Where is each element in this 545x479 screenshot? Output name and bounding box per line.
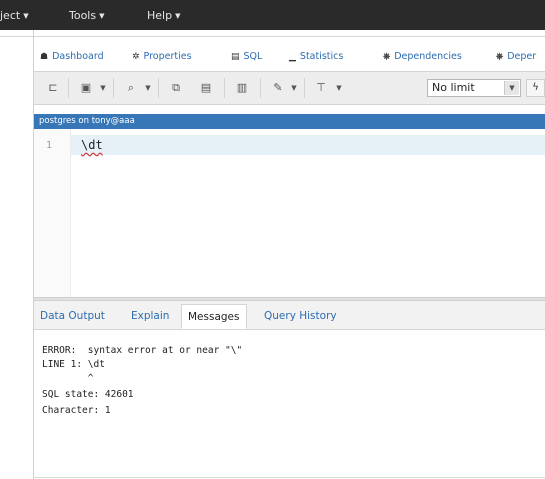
tab-dependencies[interactable]: ⎈ Dependencies — [383, 51, 462, 62]
active-line-highlight — [71, 135, 545, 155]
messages-output: ERROR: syntax error at or near "\" LINE … — [34, 330, 545, 479]
execute-icon[interactable]: ϟ — [526, 79, 545, 97]
tab-sql[interactable]: ▤ SQL — [231, 51, 262, 62]
tab-dashboard[interactable]: ☗ Dashboard — [40, 51, 104, 62]
tab-explain[interactable]: Explain — [131, 310, 169, 322]
dashboard-icon: ☗ — [40, 52, 49, 62]
tab-properties[interactable]: ✲ Properties — [132, 51, 192, 62]
message-line: ^ — [42, 373, 94, 384]
copy-icon[interactable]: ⧉ — [165, 79, 187, 97]
tab-query-history[interactable]: Query History — [264, 310, 337, 322]
tab-label: Properties — [143, 51, 192, 62]
query-toolbar: ⊏ ▣ ▼ ⌕ ▼ ⧉ ▤ ▥ ✎ ▼ ⊤ ▼ No limit ▼ ϟ — [34, 71, 545, 105]
dependencies-icon: ⎈ — [383, 52, 391, 62]
message-line: Character: 1 — [42, 405, 111, 416]
statistics-icon: ▁ — [289, 52, 296, 62]
divider — [34, 477, 545, 478]
menu-help[interactable]: Help ▼ — [147, 9, 180, 22]
chevron-down-icon[interactable]: ▼ — [334, 79, 344, 97]
tab-dependents[interactable]: ⎈ Deper — [496, 51, 536, 62]
menu-tools[interactable]: Tools ▼ — [69, 9, 105, 22]
divider — [113, 78, 114, 98]
tab-label: Statistics — [299, 51, 344, 62]
sql-editor[interactable]: 1 \dt — [34, 129, 545, 297]
chevron-down-icon: ▼ — [99, 12, 105, 20]
divider — [158, 78, 159, 98]
tab-data-output[interactable]: Data Output — [40, 310, 105, 322]
object-tabs: ☗ Dashboard ✲ Properties ▤ SQL ▁ Statistics … — [34, 43, 545, 71]
message-line: ERROR: syntax error at or near "\" — [42, 345, 243, 356]
line-gutter — [34, 129, 71, 297]
chevron-down-icon: ▼ — [504, 81, 519, 95]
row-limit-value: No limit — [432, 81, 475, 94]
menu-help-label: Help — [147, 9, 173, 22]
divider — [68, 78, 69, 98]
chevron-down-icon[interactable]: ▼ — [98, 79, 108, 97]
connection-label: postgres on tony@aaa — [39, 116, 135, 126]
tab-label: Dependencies — [394, 51, 462, 62]
save-icon[interactable]: ▣ — [75, 79, 97, 97]
message-line: LINE 1: \dt — [42, 359, 105, 370]
paste-icon[interactable]: ▤ — [195, 79, 217, 97]
chevron-down-icon[interactable]: ▼ — [289, 79, 299, 97]
divider — [0, 36, 33, 37]
delete-icon[interactable]: ▥ — [231, 79, 253, 97]
filter-icon[interactable]: ⊤ — [310, 79, 332, 97]
menu-tools-label: Tools — [69, 9, 97, 22]
chevron-down-icon: ▼ — [23, 12, 29, 20]
top-menubar: ject ▼ Tools ▼ Help ▼ — [0, 0, 545, 30]
divider — [224, 78, 225, 98]
browser-panel — [0, 30, 34, 479]
connection-status-bar: postgres on tony@aaa — [34, 114, 545, 129]
chevron-down-icon[interactable]: ▼ — [143, 79, 153, 97]
divider — [304, 78, 305, 98]
dependents-icon: ⎈ — [496, 52, 504, 62]
tab-label: Deper — [507, 51, 537, 62]
divider — [34, 36, 545, 37]
code-line[interactable]: \dt — [81, 138, 103, 152]
message-line: SQL state: 42601 — [42, 389, 134, 400]
menu-object[interactable]: ject ▼ — [0, 9, 29, 22]
edit-icon[interactable]: ✎ — [267, 79, 289, 97]
tab-messages[interactable]: Messages — [181, 304, 247, 329]
row-limit-select[interactable]: No limit ▼ — [427, 79, 521, 97]
tab-label: Dashboard — [52, 51, 104, 62]
tab-label: SQL — [243, 51, 263, 62]
menu-object-label: ject — [0, 9, 21, 22]
line-number: 1 — [46, 140, 53, 151]
sql-icon: ▤ — [231, 52, 240, 62]
query-tool-panel: ☗ Dashboard ✲ Properties ▤ SQL ▁ Statistics … — [34, 30, 545, 479]
properties-icon: ✲ — [132, 52, 140, 62]
divider — [260, 78, 261, 98]
tab-statistics[interactable]: ▁ Statistics — [289, 51, 343, 62]
open-file-icon[interactable]: ⊏ — [42, 79, 64, 97]
chevron-down-icon: ▼ — [175, 12, 181, 20]
search-icon[interactable]: ⌕ — [120, 79, 142, 97]
result-tabs: Data Output Explain Messages Query Histo… — [34, 301, 545, 330]
